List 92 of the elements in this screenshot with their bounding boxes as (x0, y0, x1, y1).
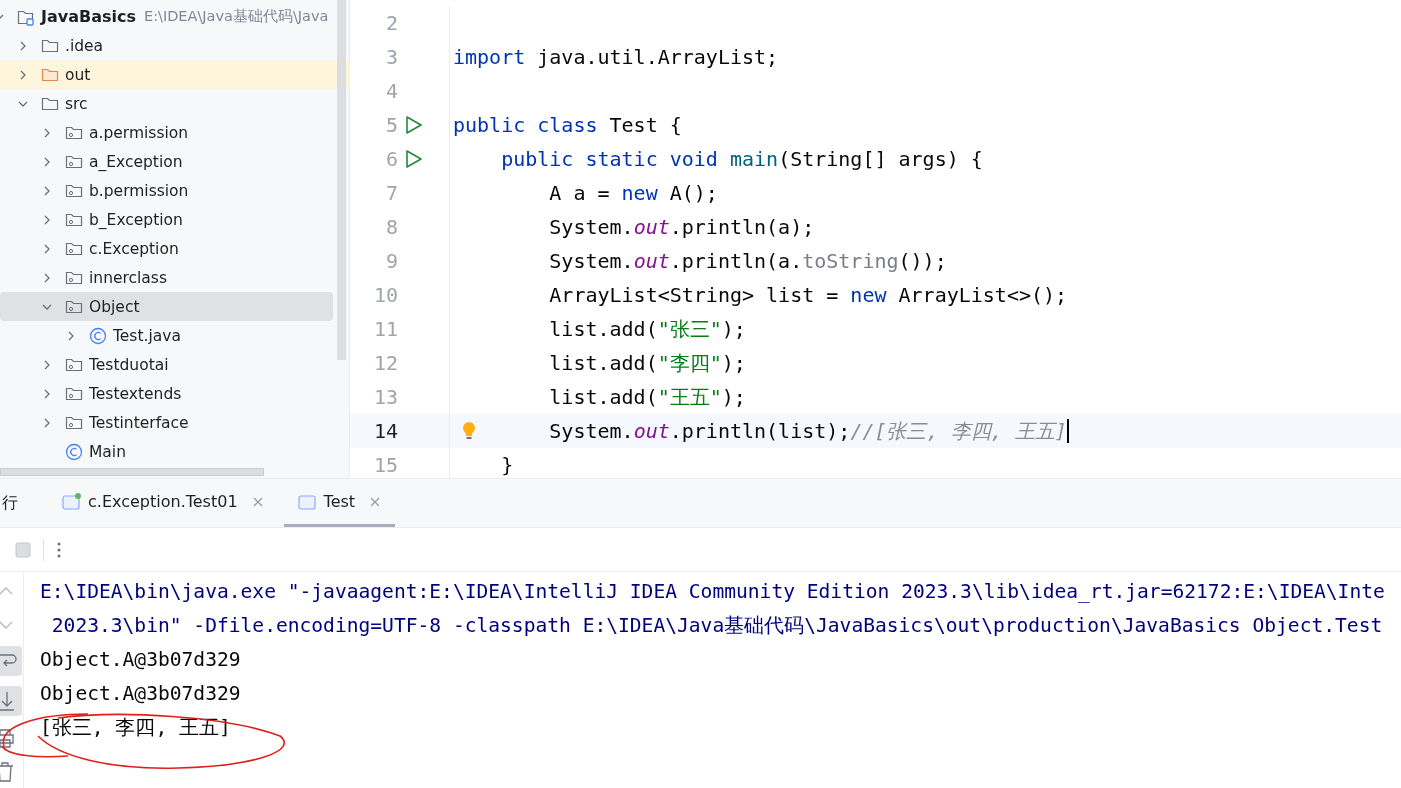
line-number: 7 (384, 181, 398, 205)
tree-row[interactable]: Testextends (0, 379, 333, 408)
package-icon (65, 414, 83, 431)
line-number: 3 (384, 45, 398, 69)
tree-row[interactable]: src (0, 89, 333, 118)
code-line: ArrayList<String> list = new ArrayList<>(); (548, 282, 1068, 309)
tree-item-label: .idea (65, 36, 104, 55)
tree-row[interactable]: Testinterface (0, 408, 333, 437)
tree-row[interactable]: Object (0, 292, 333, 321)
package-icon (65, 385, 83, 402)
tree-item-label: src (65, 94, 88, 113)
code-line: public class Test { (452, 112, 682, 139)
code-line: System.out.println(a); (548, 214, 815, 241)
tree-item-label: Testextends (89, 384, 182, 403)
console-line: Object.A@3b07d329 (40, 647, 242, 673)
tree-item-label: Test.java (113, 326, 181, 345)
package-icon (65, 269, 83, 286)
folder-icon (41, 95, 59, 112)
line-number: 4 (384, 79, 398, 103)
tree-item-label: b_Exception (89, 210, 183, 229)
run-tab[interactable]: Test (283, 479, 396, 527)
tree-item-label: b.permission (89, 181, 189, 200)
package-icon (65, 182, 83, 199)
more-icon[interactable] (56, 540, 62, 559)
package-icon (65, 356, 83, 373)
tree-item-label: Object (89, 297, 140, 316)
tree-row[interactable]: a.permission (0, 118, 333, 147)
tree-item-label: a.permission (89, 123, 189, 142)
project-path: E:\IDEA\Java基础代码\Java (144, 7, 329, 26)
panel-title: 行 (2, 492, 18, 514)
tree-item-label: Testinterface (89, 413, 189, 432)
project-name: JavaBasics (41, 7, 136, 26)
package-icon (65, 298, 83, 315)
line-number: 10 (372, 283, 398, 307)
package-icon (65, 240, 83, 257)
line-number: 9 (384, 249, 398, 273)
run-icon[interactable] (404, 115, 424, 135)
tree-row[interactable]: b.permission (0, 176, 333, 205)
tree-row[interactable]: .idea (0, 31, 333, 60)
code-line: System.out.println(list);//[张三, 李四, 王五] (548, 417, 1069, 445)
tree-item-label: out (65, 65, 91, 84)
class-icon (65, 442, 83, 461)
close-icon[interactable] (251, 495, 264, 508)
tree-item-label: innerclass (89, 268, 167, 287)
line-number: 2 (384, 11, 398, 35)
code-line: list.add("张三"); (548, 315, 746, 343)
tree-row[interactable]: c.Exception (0, 234, 333, 263)
tree-item-label: a_Exception (89, 152, 183, 171)
code-line: import java.util.ArrayList; (452, 44, 779, 71)
code-line: public static void main(String[] args) { (500, 146, 983, 173)
line-number: 14 (372, 419, 398, 443)
scroll-down-icon[interactable] (0, 686, 22, 716)
class-icon (89, 326, 107, 345)
line-number: 5 (384, 113, 398, 137)
code-line: System.out.println(a.toString()); (548, 248, 947, 275)
scrollbar[interactable] (0, 468, 264, 476)
tree-row[interactable]: Main (0, 437, 333, 466)
run-icon[interactable] (404, 149, 424, 169)
lightbulb-icon[interactable] (462, 421, 476, 441)
console-line: Object.A@3b07d329 (40, 681, 242, 707)
line-number: 12 (372, 351, 398, 375)
package-icon (65, 124, 83, 141)
code-line: list.add("王五"); (548, 383, 746, 411)
line-number: 15 (372, 453, 398, 477)
window-icon (297, 492, 318, 511)
scrollbar[interactable] (337, 0, 346, 360)
tree-item-label: Testduotai (89, 355, 169, 374)
code-line: } (500, 452, 514, 478)
line-number: 11 (372, 317, 398, 341)
window-icon (62, 492, 82, 511)
tree-row[interactable]: b_Exception (0, 205, 333, 234)
tree-row[interactable]: innerclass (0, 263, 333, 292)
console-line: E:\IDEA\bin\java.exe "-javaagent:E:\IDEA\IntelliJ IDEA Community Edition 2023.3\lib\idea_rt.jar=62172:E:\IDEA\Inte (40, 579, 1385, 605)
line-number: 6 (384, 147, 398, 171)
code-line: A a = new A(); (548, 180, 718, 207)
line-number: 8 (384, 215, 398, 239)
tree-row[interactable]: out (0, 60, 349, 89)
tree-item-label: c.Exception (89, 239, 179, 258)
tree-row[interactable]: Testduotai (0, 350, 333, 379)
code-line: list.add("李四"); (548, 349, 746, 377)
console-line: 2023.3\bin" -Dfile.encoding=UTF-8 -classpath E:\IDEA\Java基础代码\JavaBasics\out\production\JavaBasics Object.Test (50, 613, 1384, 639)
folder-icon (41, 66, 59, 83)
run-tab[interactable]: c.Exception.Test01 (48, 479, 278, 527)
package-icon (65, 211, 83, 228)
tree-row[interactable]: Test.java (0, 321, 333, 350)
package-icon (65, 153, 83, 170)
folder-icon (41, 37, 59, 54)
tree-row[interactable]: a_Exception (0, 147, 333, 176)
tree-item-label: Main (89, 442, 126, 461)
line-number: 13 (372, 385, 398, 409)
close-icon[interactable] (369, 495, 382, 508)
wrap-icon[interactable] (0, 646, 22, 676)
